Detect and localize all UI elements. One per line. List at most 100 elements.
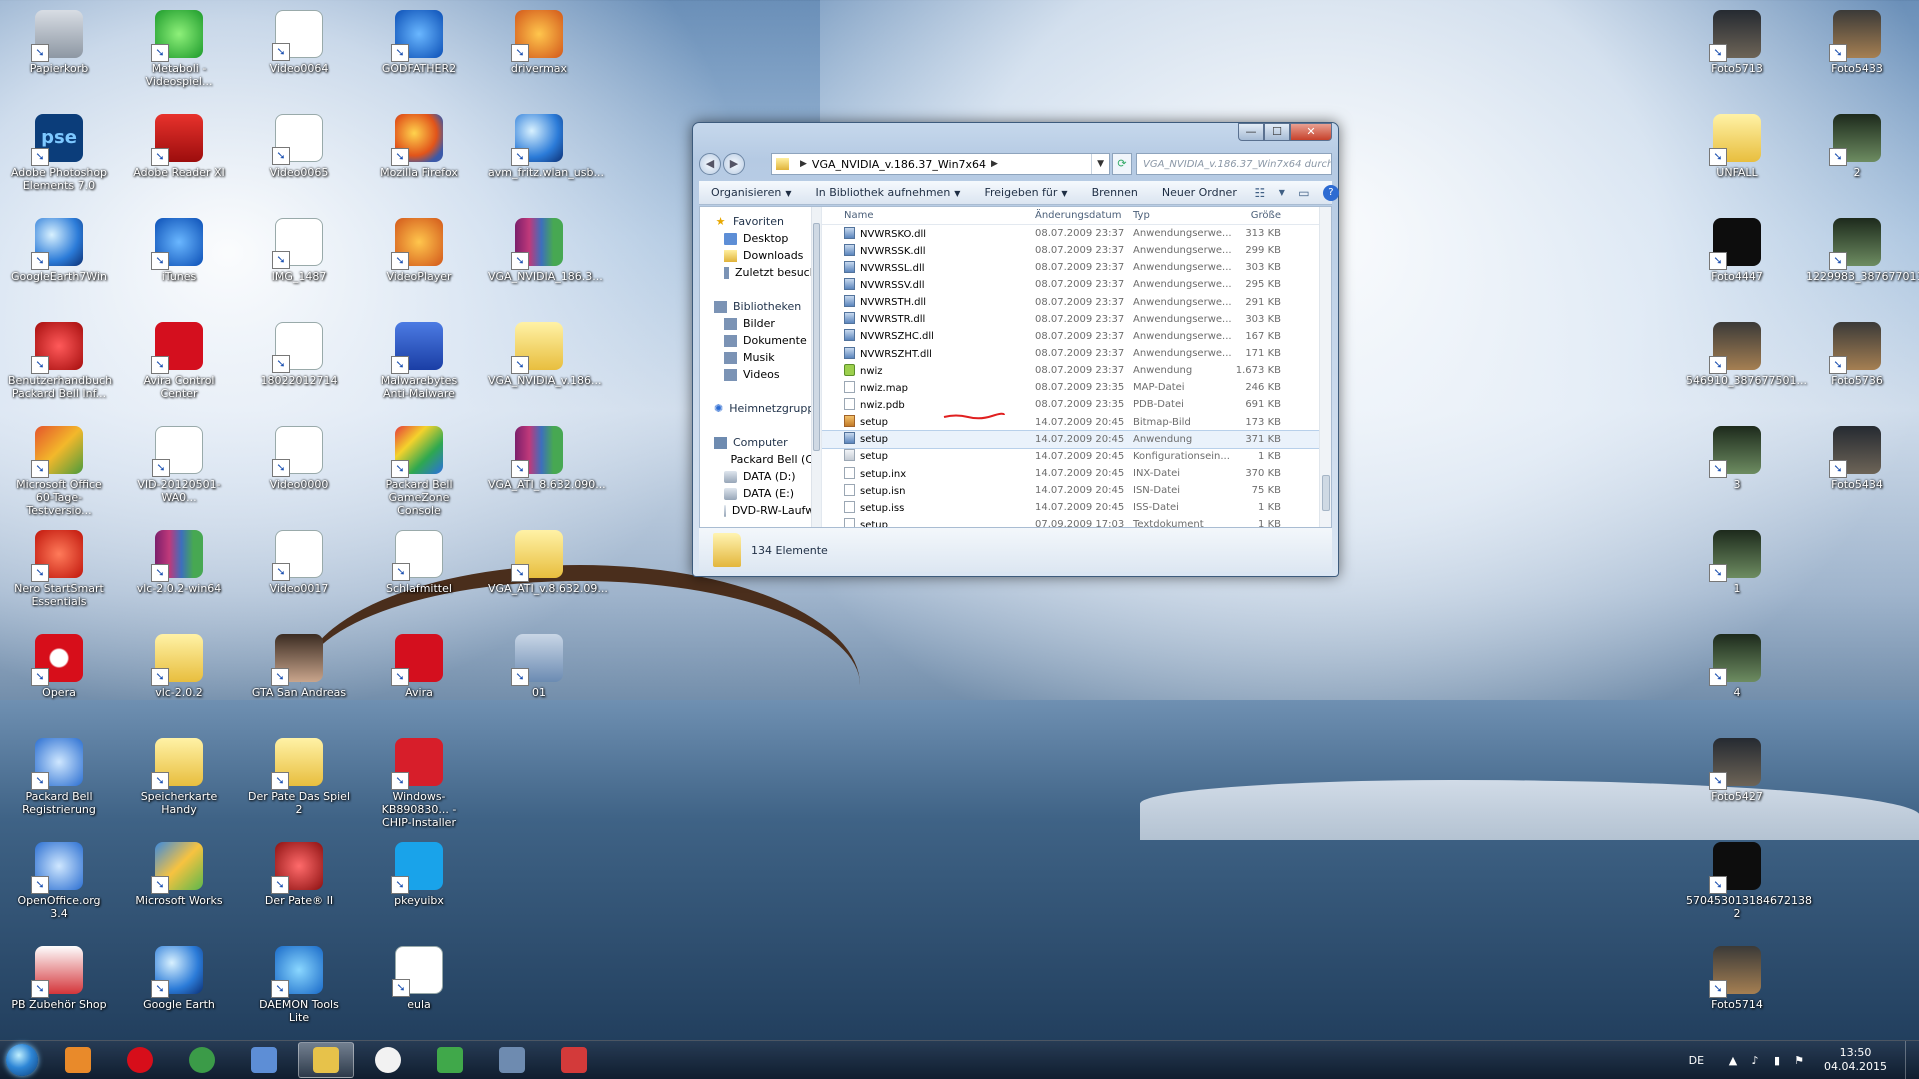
desktop-icon[interactable]: vlc-2.0.2-win64 — [124, 524, 234, 624]
desktop-icon[interactable]: Adobe Reader XI — [124, 108, 234, 208]
desktop-icon[interactable]: VideoPlayer — [364, 212, 474, 312]
desktop-icon[interactable]: Video0000 — [244, 420, 354, 520]
new-folder-button[interactable]: Neuer Ordner — [1150, 186, 1249, 199]
desktop-icon[interactable]: 3 — [1682, 420, 1792, 520]
back-button[interactable]: ◀ — [699, 153, 721, 175]
view-dropdown-icon[interactable]: ▼ — [1271, 188, 1293, 197]
desktop-icon[interactable]: eula — [364, 940, 474, 1040]
desktop-icon[interactable]: drivermax — [484, 4, 594, 104]
nav-item-documents[interactable]: Dokumente — [700, 332, 821, 349]
refresh-button[interactable]: ⟳ — [1112, 153, 1132, 175]
desktop-icon[interactable]: Speicherkarte Handy — [124, 732, 234, 832]
desktop-icon[interactable]: GTA San Andreas — [244, 628, 354, 728]
desktop-icon[interactable]: Schlafmittel — [364, 524, 474, 624]
file-row[interactable]: NVWRSSK.dll 08.07.2009 23:37 Anwendungserw… — [822, 242, 1331, 259]
desktop-icon[interactable]: Opera — [4, 628, 114, 728]
nav-homegroup[interactable]: ✺ Heimnetzgruppe — [700, 400, 821, 417]
column-header-date[interactable]: Änderungsdatum — [1035, 210, 1133, 221]
file-row[interactable]: NVWRSKO.dll 08.07.2009 23:37 Anwendungserw… — [822, 225, 1331, 242]
nav-item-pictures[interactable]: Bilder — [700, 315, 821, 332]
desktop-icon[interactable]: pseAdobe Photoshop Elements 7.0 — [4, 108, 114, 208]
nav-item-downloads[interactable]: Downloads — [700, 247, 821, 264]
nav-item-dvd-drive[interactable]: DVD-RW-Laufwe — [700, 502, 821, 519]
show-hidden-icons-icon[interactable]: ▲ — [1726, 1054, 1740, 1067]
desktop-icon[interactable]: Video0017 — [244, 524, 354, 624]
nav-item-videos[interactable]: Videos — [700, 366, 821, 383]
desktop-icon[interactable]: OpenOffice.org 3.4 — [4, 836, 114, 936]
desktop-icon[interactable]: 18022012714 — [244, 316, 354, 416]
desktop-icon[interactable]: avm_fritz.wlan_usb... — [484, 108, 604, 208]
column-header-name[interactable]: Name — [822, 210, 1035, 221]
taskbar-button[interactable] — [236, 1042, 292, 1078]
desktop-icon[interactable]: VGA_ATI_v.8.632.09... — [484, 524, 608, 624]
desktop-icon[interactable]: IMG_1487 — [244, 212, 354, 312]
file-row[interactable]: setup 14.07.2009 20:45 Bitmap-Bild 173 KB — [822, 414, 1331, 431]
nav-item-desktop[interactable]: Desktop — [700, 230, 821, 247]
desktop-icon[interactable]: VID-20120501-WA0... — [124, 420, 234, 520]
taskbar-button[interactable] — [422, 1042, 478, 1078]
minimize-button[interactable]: — — [1238, 123, 1264, 141]
file-row[interactable]: nwiz.pdb 08.07.2009 23:35 PDB-Datei 691 KB — [822, 396, 1331, 413]
file-row[interactable]: NVWRSSV.dll 08.07.2009 23:37 Anwendungserw… — [822, 276, 1331, 293]
desktop-icon[interactable]: Foto5714 — [1682, 940, 1792, 1040]
file-row[interactable]: NVWRSTR.dll 08.07.2009 23:37 Anwendungserw… — [822, 311, 1331, 328]
share-with-menu[interactable]: Freigeben für ▼ — [972, 186, 1079, 199]
taskbar-button[interactable] — [50, 1042, 106, 1078]
taskbar-button[interactable] — [360, 1042, 416, 1078]
desktop-icon[interactable]: VGA_NVIDIA_186.3... — [484, 212, 603, 312]
taskbar-button[interactable] — [112, 1042, 168, 1078]
desktop-icon[interactable]: pkeyuibx — [364, 836, 474, 936]
desktop-icon[interactable]: UNFALL — [1682, 108, 1792, 208]
clock[interactable]: 13:50 04.04.2015 — [1824, 1046, 1887, 1074]
desktop-icon[interactable]: Microsoft Office 60-Tage-Testversio... — [4, 420, 114, 520]
desktop-icon[interactable]: Mozilla Firefox — [364, 108, 474, 208]
desktop-icon[interactable]: Video0064 — [244, 4, 354, 104]
desktop-icon[interactable]: Metaboli - Videospiel... — [124, 4, 234, 104]
taskbar-button[interactable] — [484, 1042, 540, 1078]
file-row[interactable]: setup 07.09.2009 17:03 Textdokument 1 KB — [822, 516, 1331, 527]
desktop-icon[interactable]: Benutzerhandbuch Packard Bell Inf... — [4, 316, 114, 416]
nav-item-drive-c[interactable]: Packard Bell (C:) — [700, 451, 821, 468]
file-row[interactable]: NVWRSZHT.dll 08.07.2009 23:37 Anwendungser… — [822, 345, 1331, 362]
burn-button[interactable]: Brennen — [1080, 186, 1150, 199]
desktop-icon[interactable]: iTunes — [124, 212, 234, 312]
desktop-icon[interactable]: Foto4447 — [1682, 212, 1792, 312]
include-in-library-menu[interactable]: In Bibliothek aufnehmen ▼ — [803, 186, 972, 199]
nav-computer[interactable]: Computer — [700, 434, 821, 451]
desktop-icon[interactable]: Packard Bell GameZone Console — [364, 420, 474, 520]
nav-item-drive-e[interactable]: DATA (E:) — [700, 485, 821, 502]
desktop-icon[interactable]: Packard Bell Registrierung — [4, 732, 114, 832]
desktop-icon[interactable]: VGA_NVIDIA_v.186... — [484, 316, 601, 416]
desktop-icon[interactable]: Video0065 — [244, 108, 354, 208]
desktop-icon[interactable]: Der Pate Das Spiel 2 — [244, 732, 354, 832]
desktop-icon[interactable]: 4 — [1682, 628, 1792, 728]
preview-pane-icon[interactable]: ▭ — [1293, 186, 1315, 200]
desktop-icon[interactable]: VGA_ATI_8.632.090... — [484, 420, 606, 520]
breadcrumb-chevron-icon[interactable]: ▶ — [800, 159, 807, 169]
desktop-icon[interactable]: Foto5434 — [1802, 420, 1912, 520]
show-desktop-button[interactable] — [1905, 1041, 1919, 1079]
desktop-icon[interactable]: Windows-KB890830... - CHIP-Installer — [364, 732, 474, 832]
desktop-icon[interactable]: Avira — [364, 628, 474, 728]
file-row[interactable]: setup 14.07.2009 20:45 Anwendung 371 KB — [822, 429, 1331, 449]
address-dropdown-icon[interactable]: ▼ — [1091, 154, 1109, 174]
desktop-icon[interactable]: vlc-2.0.2 — [124, 628, 234, 728]
desktop-icon[interactable]: Papierkorb — [4, 4, 114, 104]
desktop-icon[interactable]: 2 — [1802, 108, 1912, 208]
desktop-icon[interactable]: 546910_387677501... — [1682, 316, 1807, 416]
desktop-icon[interactable]: Nero StartSmart Essentials — [4, 524, 114, 624]
desktop-icon[interactable]: 01 — [484, 628, 594, 728]
desktop-icon[interactable]: GoogleEarth7Win — [4, 212, 114, 312]
explorer-window[interactable]: — ☐ ✕ ◀ ▶ ▶ VGA_NVIDIA_v.186.37_Win7x64 … — [692, 122, 1339, 577]
organize-menu[interactable]: Organisieren ▼ — [699, 186, 803, 199]
desktop-icon[interactable]: Avira Control Center — [124, 316, 234, 416]
desktop-icon[interactable]: 570453013184672138 2 — [1682, 836, 1812, 936]
file-list-scrollbar[interactable] — [1319, 207, 1331, 527]
nav-item-music[interactable]: Musik — [700, 349, 821, 366]
nav-item-drive-d[interactable]: DATA (D:) — [700, 468, 821, 485]
language-indicator[interactable]: DE — [1689, 1054, 1704, 1067]
nav-scroll-thumb[interactable] — [813, 223, 820, 451]
network-signal-icon[interactable]: ▮ — [1770, 1054, 1784, 1067]
start-button[interactable] — [0, 1041, 44, 1079]
file-row[interactable]: setup.isn 14.07.2009 20:45 ISN-Datei 75 KB — [822, 482, 1331, 499]
